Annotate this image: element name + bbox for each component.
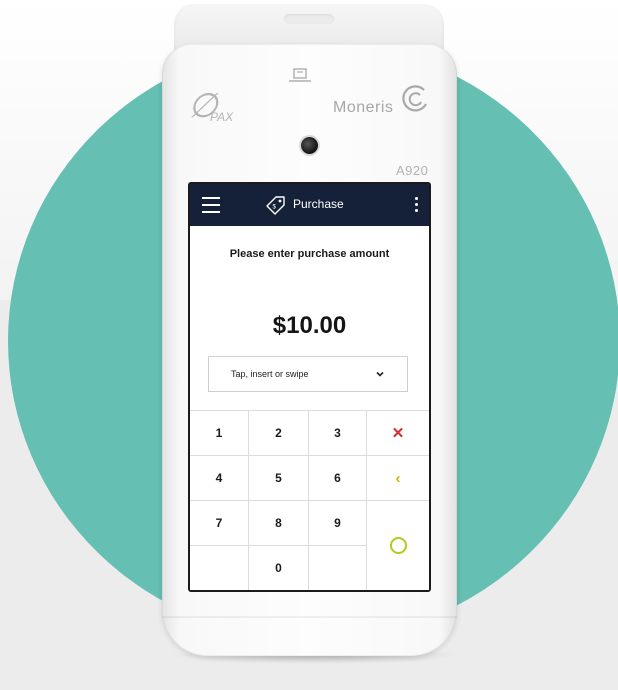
app-bar: $ Purchase bbox=[190, 184, 429, 226]
key-2[interactable]: 2 bbox=[249, 411, 309, 456]
paper-receipt-icon bbox=[289, 68, 311, 82]
device-bottom-edge bbox=[162, 616, 457, 618]
camera-lens bbox=[301, 137, 318, 154]
moneris-logo-mark-icon bbox=[402, 85, 427, 112]
screen-content: $ Purchase Please enter purchase amount … bbox=[190, 184, 429, 590]
vertical-ellipsis-icon[interactable] bbox=[415, 197, 419, 213]
key-0[interactable]: 0 bbox=[249, 546, 309, 590]
key-5[interactable]: 5 bbox=[249, 456, 309, 501]
key-1[interactable]: 1 bbox=[190, 411, 249, 456]
payment-method-value: Tap, insert or swipe bbox=[231, 369, 309, 379]
svg-text:$: $ bbox=[273, 205, 277, 211]
hamburger-menu-icon[interactable] bbox=[202, 197, 220, 213]
enter-key[interactable] bbox=[367, 501, 429, 590]
moneris-logo: Moneris bbox=[333, 99, 394, 116]
payment-terminal: ∅ PAX Moneris A920 $ Purchase Please ent… bbox=[162, 44, 457, 656]
key-9[interactable]: 9 bbox=[309, 501, 367, 546]
key-3[interactable]: 3 bbox=[309, 411, 367, 456]
key-6[interactable]: 6 bbox=[309, 456, 367, 501]
payment-method-dropdown[interactable]: Tap, insert or swipe bbox=[208, 356, 408, 392]
model-label: A920 bbox=[396, 163, 429, 178]
contactless-logo bbox=[284, 14, 334, 24]
numeric-keypad: 1 2 3 ✕ 4 5 6 ‹ 7 8 9 0 bbox=[190, 410, 429, 590]
amount-prompt: Please enter purchase amount bbox=[229, 248, 390, 260]
key-4[interactable]: 4 bbox=[190, 456, 249, 501]
pax-logo-text: PAX bbox=[210, 110, 234, 124]
amount-display: $10.00 bbox=[272, 312, 347, 339]
key-blank bbox=[190, 546, 249, 590]
chevron-down-icon bbox=[376, 371, 384, 377]
cancel-key[interactable]: ✕ bbox=[367, 411, 429, 456]
price-tag-icon: $ bbox=[266, 196, 285, 215]
enter-circle-icon bbox=[389, 537, 407, 554]
backspace-key[interactable]: ‹ bbox=[367, 456, 429, 501]
touchscreen: $ Purchase Please enter purchase amount … bbox=[188, 182, 431, 592]
key-blank-2 bbox=[309, 546, 367, 590]
page-title: Purchase bbox=[293, 197, 344, 211]
key-7[interactable]: 7 bbox=[190, 501, 249, 546]
key-8[interactable]: 8 bbox=[249, 501, 309, 546]
